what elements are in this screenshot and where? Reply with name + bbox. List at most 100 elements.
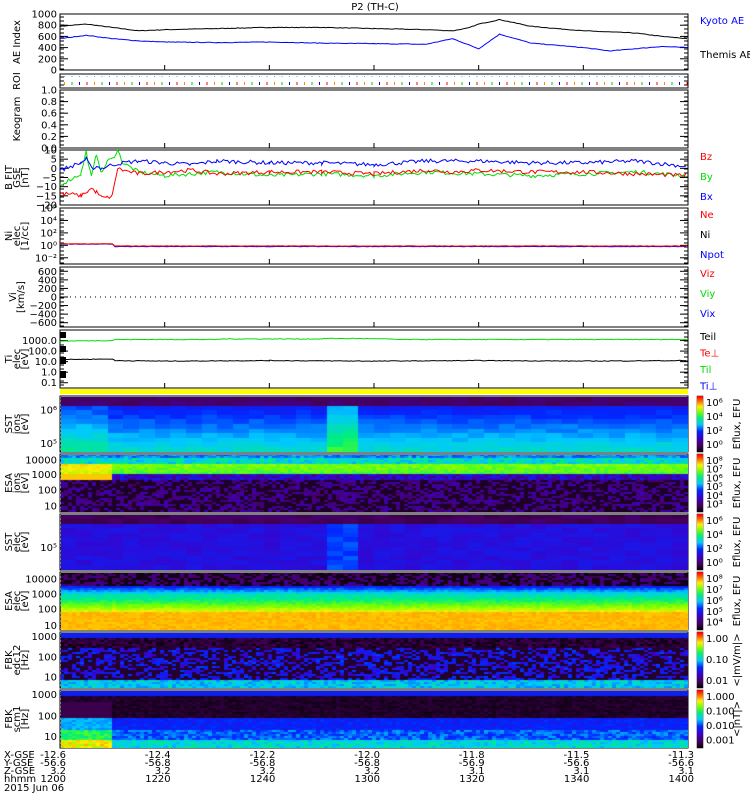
edc-tick-label: 1000 [32,632,57,643]
ti-quality-block [60,346,66,352]
keo-tick-label: 0.2 [41,132,57,143]
scm-tick-label: 10 [44,732,57,743]
roi-mark [559,76,560,77]
esai-ylabel: [eV] [20,473,31,494]
edc-tick-label: 100 [38,653,57,664]
roi-mark [461,82,463,85]
roi-mark [416,82,418,85]
ni-ylabel: [1/cc] [20,222,31,251]
roi-mark [266,82,268,85]
roi-mark [574,82,575,85]
ssti-colorbar-label: 10⁴ [706,412,723,423]
roi-mark [236,82,238,85]
esai-colorbar [697,454,703,512]
ti-quality-block [60,357,66,364]
roi-mark [319,82,320,85]
roi-mark [679,76,680,77]
ti-legend-te: Te⊥ [699,349,719,360]
roi-mark [514,82,515,85]
ssti-ylabel: [eV] [20,414,31,435]
vi-panel-frame [59,266,689,328]
esai-tick-label: 100 [38,485,57,496]
ae-tick-label: 600 [38,32,57,43]
roi-mark [326,82,328,85]
roi-mark [251,76,253,77]
roi-mark [259,76,260,77]
esai-colorbar-label: 10³ [706,500,723,511]
roi-mark [664,76,665,77]
ae-ylabel: AE Index [12,20,23,64]
roi-mark [484,76,485,77]
roi-mark [671,82,673,85]
ssti-colorbar-title: Eflux, EFU [732,399,743,450]
esae-tick-label: 1000 [32,590,57,601]
roi-mark [664,82,665,85]
ti-quality-block [60,371,66,378]
scm-colorbar-label: 0.100 [706,707,735,718]
roi-mark [386,76,388,77]
time-tick-hhmm: 1400 [669,774,694,785]
esae-colorbar-label: 10⁵ [706,607,723,618]
roi-mark [281,82,283,85]
roi-mark [236,76,238,77]
roi-mark [296,76,298,77]
roi-mark [386,82,388,85]
ssti-tick-label: 10⁶ [40,406,57,417]
b-legend-bz: Bz [700,152,712,163]
roi-mark [521,76,523,77]
ti-tick-label: 10.0 [35,357,57,368]
roi-mark [499,76,500,77]
sste-colorbar-label: 10⁴ [706,530,723,541]
b-legend-by: By [700,172,713,183]
roi-mark [64,82,65,85]
roi-mark [101,82,103,85]
esae-spectrogram [60,572,688,630]
esae-colorbar-label: 10⁷ [706,585,723,596]
roi-mark [229,82,230,85]
roi-mark [341,82,343,85]
scm-colorbar-label: 0.001 [706,736,735,747]
roi-mark [161,82,163,85]
data-availability-bar [60,389,688,394]
roi-mark [619,82,620,85]
ae-series-themis-ae [59,18,688,40]
scm-tick-label: 100 [38,712,57,723]
esae-colorbar-label: 10⁸ [706,574,723,585]
roi-mark [454,76,455,77]
roi-mark [364,76,365,77]
roi-mark [581,82,583,85]
roi-mark [476,82,478,85]
roi-mark [349,76,350,77]
esai-tick-label: 10 [44,502,57,513]
keo-ylabel: Keogram [12,97,23,142]
roi-mark [394,76,395,77]
roi-mark [214,76,215,77]
ni-legend-ni: Ni [700,230,710,241]
ssti-colorbar-label: 10⁰ [706,440,723,451]
roi-mark [341,76,343,77]
roi-mark [221,82,223,85]
roi-mark [536,82,538,85]
esae-tick-label: 10 [44,621,57,632]
roi-mark [596,76,598,77]
ni-legend-ne: Ne [700,210,714,221]
time-tick-hhmm: 1320 [459,774,484,785]
roi-mark [529,76,530,77]
roi-mark [251,82,253,85]
roi-mark [124,76,125,77]
roi-mark [484,82,485,85]
roi-mark [409,76,410,77]
roi-mark [184,82,185,85]
roi-mark [109,82,110,85]
roi-mark [476,76,478,77]
roi-mark [176,82,178,85]
roi-mark [634,76,635,77]
roi-mark [274,82,275,85]
roi-mark [529,82,530,85]
esae-colorbar-title: Eflux, EFU [732,576,743,627]
roi-mark [379,82,380,85]
roi-mark [686,82,688,85]
roi-mark [169,82,170,85]
roi-mark [454,82,455,85]
roi-mark [289,76,290,77]
